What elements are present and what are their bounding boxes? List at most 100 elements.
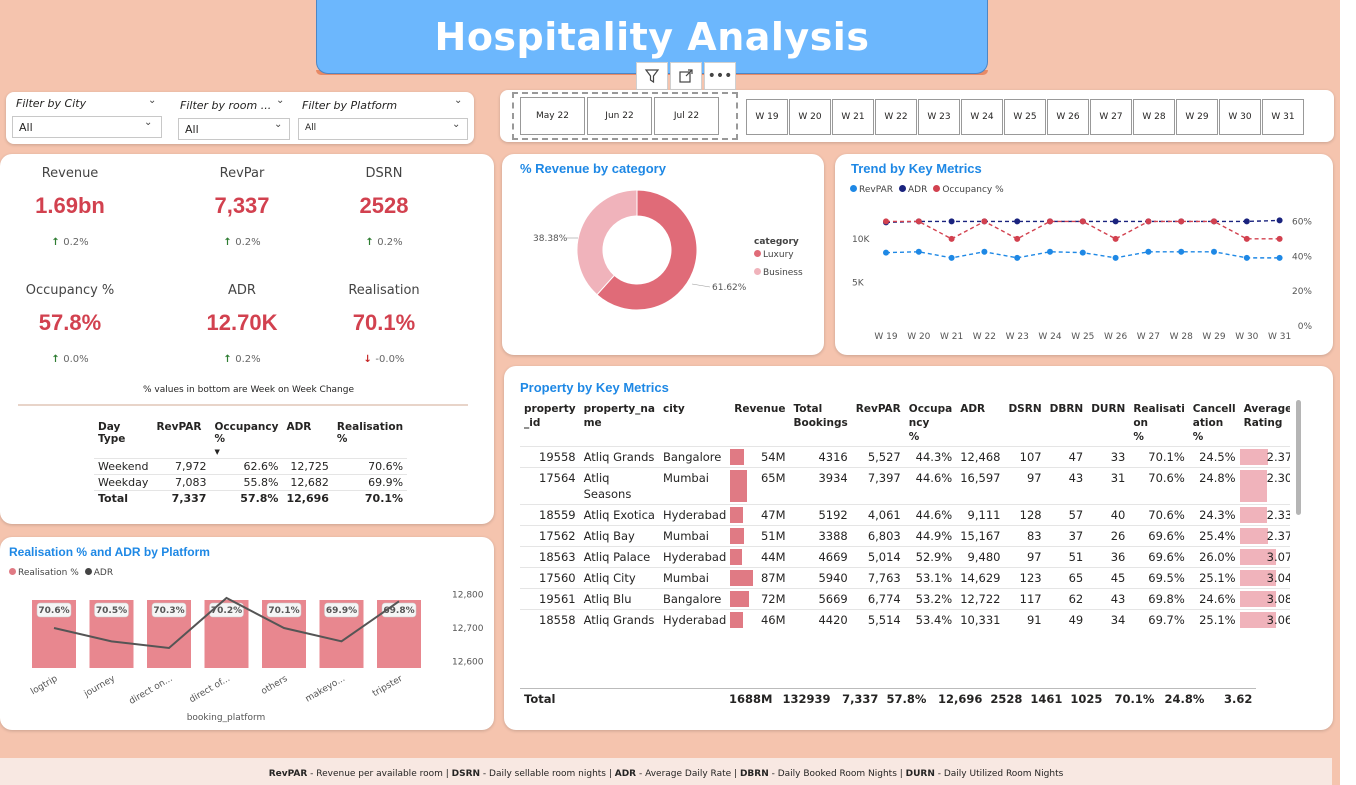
col-header[interactable]: DSRN [1004,400,1045,447]
rating-data-bar [1239,470,1267,502]
week-button[interactable]: W 28 [1133,99,1175,135]
arrow-up-icon: ↑ [51,237,64,248]
revenue-data-bar [730,507,743,523]
cell-realisation: 70.6% [1129,467,1189,505]
col-header[interactable]: ADR [956,400,1004,447]
table-scrollbar[interactable] [1296,400,1301,515]
kpi-label: Revenue [41,166,99,181]
week-button[interactable]: W 24 [961,99,1003,135]
table-row[interactable]: 18558 Atliq Grands Hyderabad 46M 4420 5,514 53… [520,609,1290,630]
col-header[interactable]: property_na me [580,400,659,447]
y2-tick-label: 20% [1292,287,1312,297]
property-total-table: Total 1688M 132939 7,337 57.8% 12,696 25… [520,688,1257,709]
chevron-down-icon[interactable]: ⌄ [452,119,460,130]
chevron-down-icon[interactable]: ⌄ [454,95,462,106]
col-header[interactable]: property _id [520,400,580,447]
week-button[interactable]: W 22 [875,99,917,135]
cell-dbrn: 62 [1045,588,1088,610]
col-header[interactable]: Day Type [94,420,152,459]
col-header[interactable]: city [659,400,730,447]
week-button[interactable]: W 19 [746,99,788,135]
property-table-clip: property _id property_na me city Revenue Total… [520,400,1290,688]
month-button[interactable]: Jun 22 [587,97,652,135]
city-filter-select[interactable]: All [12,116,162,138]
legend-item-business[interactable]: Business [754,268,803,278]
table-row[interactable]: 17564 Atliq Seasons Mumbai 65M 3934 7,397 44.6… [520,467,1290,505]
col-header[interactable]: Average Rating [1240,400,1290,447]
table-row[interactable]: 18563 Atliq Palace Hyderabad 44M 4669 5,014 52… [520,546,1290,568]
col-header[interactable]: DURN [1087,400,1129,447]
data-point [1243,218,1250,225]
col-header[interactable]: ADR [282,420,332,459]
legend-item-revpar[interactable]: RevPAR [850,185,893,195]
week-button[interactable]: W 21 [832,99,874,135]
chevron-down-icon[interactable]: ⌄ [144,117,152,128]
week-button[interactable]: W 26 [1047,99,1089,135]
kpi-change: ↓ -0.0% [314,354,454,365]
focus-mode-icon[interactable] [670,62,702,90]
data-point [883,218,889,225]
cell-durn: 34 [1087,609,1130,630]
arrow-up-icon: ↑ [51,354,64,365]
revenue-data-bar [730,591,750,607]
trend-title: Trend by Key Metrics [851,161,982,176]
week-button[interactable]: W 20 [789,99,831,135]
cell-dbrn: 37 [1045,525,1088,547]
legend-item-adr[interactable]: ADR [84,568,113,578]
legend-item-realisation[interactable]: Realisation % [9,568,79,578]
chevron-down-icon[interactable]: ⌄ [148,95,156,106]
month-button[interactable]: Jul 22 [654,97,719,135]
data-point [1211,218,1217,225]
col-header[interactable]: Revenue [730,400,789,447]
table-row[interactable]: 18559 Atliq Exotica Hyderabad 47M 5192 4,061 4… [520,504,1290,526]
cell-realisation: 69.6% [1129,546,1189,568]
cell-durn: 43 [1087,588,1130,610]
cell-revpar: 7,763 [851,567,905,589]
col-header[interactable]: Cancell ation% [1189,400,1240,447]
platform-filter-select[interactable]: All [298,118,468,140]
week-button[interactable]: W 29 [1176,99,1218,135]
week-button[interactable]: W 27 [1090,99,1132,135]
legend-item-occupancy[interactable]: Occupancy % [933,185,1004,195]
legend-item-adr[interactable]: ADR [898,185,927,195]
col-header[interactable]: DBRN [1046,400,1088,447]
table-row[interactable]: 17560 Atliq City Mumbai 87M 5940 7,763 53.1% 14… [520,567,1290,589]
month-button[interactable]: May 22 [520,97,585,135]
col-header[interactable]: RevPAR [852,400,905,447]
chevron-down-icon[interactable]: ⌄ [276,95,284,106]
week-button[interactable]: W 25 [1004,99,1046,135]
more-options-icon[interactable]: ••• [704,62,736,90]
donut-legend: category Luxury Business [754,237,803,278]
y-tick-label: 5K [852,278,865,288]
cell-revpar: 6,803 [851,525,905,547]
col-header[interactable]: RevPAR [152,420,210,459]
legend-item-luxury[interactable]: Luxury [754,250,803,260]
cell-occupancy: 44.3% [904,446,957,468]
table-row[interactable]: 19558 Atliq Grands Bangalore 54M 4316 5,527 44… [520,446,1290,468]
week-button[interactable]: W 31 [1262,99,1304,135]
table-row[interactable]: 19561 Atliq Blu Bangalore 72M 5669 6,774 53.2%… [520,588,1290,610]
table-row[interactable]: 17562 Atliq Bay Mumbai 51M 3388 6,803 44.9% 15,… [520,525,1290,547]
col-header[interactable]: Occupa ncy% [905,400,956,447]
table-row[interactable]: Weekday 7,083 55.8% 12,682 69.9% [94,474,408,491]
rating-value: 3.07 [1266,550,1290,564]
col-header[interactable]: Realisation % [333,420,407,459]
week-button[interactable]: W 30 [1219,99,1261,135]
table-row[interactable]: Weekend 7,972 62.6% 12,725 70.6% [94,458,408,475]
cell-revpar: 5,014 [851,546,905,568]
rating-value: 2.30 [1266,471,1290,485]
cell-cancellation: 25.1% [1188,609,1240,630]
chevron-down-icon[interactable]: ⌄ [274,119,282,130]
revenue-data-bar [730,549,743,565]
cell-property-id: 17560 [520,567,580,589]
col-header[interactable]: Realisati on% [1129,400,1188,447]
data-point [1014,235,1021,242]
week-button[interactable]: W 23 [918,99,960,135]
revenue-value: 51M [760,529,786,543]
col-header[interactable]: Occupancy % ▼ [210,420,282,459]
kpi-divider [18,404,468,406]
kpi-value: 2528 [359,193,409,218]
cell-city: Hyderabad [659,546,731,568]
filter-icon[interactable] [636,62,668,90]
col-header[interactable]: Total Bookings [790,400,852,447]
